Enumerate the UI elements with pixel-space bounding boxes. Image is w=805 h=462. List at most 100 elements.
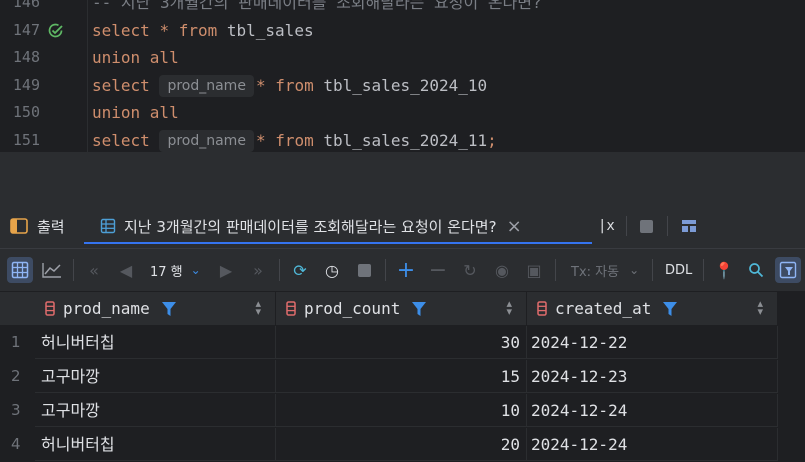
ddl-button[interactable]: DDL [665, 257, 692, 283]
add-row-icon[interactable]: + [393, 257, 419, 283]
tx-mode-selector[interactable]: Tx: 자동 ⌄ [571, 257, 639, 283]
toolbar-separator [279, 259, 280, 281]
row-number[interactable]: 2 [0, 360, 35, 393]
column-header-prod-name[interactable]: prod_name ▴ ▾ [35, 292, 276, 325]
result-grid[interactable]: prod_name ▴ ▾ prod_count ▴ ▾ created_at ▴ ▾… [0, 292, 805, 462]
inlay-hint: prod_name [159, 129, 254, 152]
tab-output[interactable]: 출력 [10, 204, 65, 248]
previous-page-icon[interactable]: ◀ [113, 257, 139, 283]
code-token: -- 지난 3개월간의 판매데이터를 조회해달라는 요청이 온다면? [92, 0, 542, 12]
code-token: select [92, 130, 150, 150]
tab-output-label: 출력 [37, 217, 65, 236]
line-number: 147 [12, 20, 40, 39]
check-circle-icon [48, 23, 63, 37]
layout-icon[interactable] [681, 204, 697, 248]
table-cell-prod-name[interactable]: 허니버터칩 [35, 326, 276, 359]
history-icon[interactable]: ◷ [319, 257, 345, 283]
row-count-label: 17 행 [150, 264, 183, 280]
code-token: tbl_sales [217, 20, 314, 40]
filter-icon[interactable] [663, 301, 678, 316]
table-cell-prod-count[interactable]: 20 [276, 428, 527, 461]
table-cell-created-at[interactable]: 2024-12-24 [527, 394, 778, 427]
code-line[interactable]: 147 select * from tbl_sales [0, 17, 805, 44]
toolbar-separator [652, 259, 653, 281]
stop-icon[interactable] [640, 204, 653, 248]
table-cell-prod-name[interactable]: 허니버터칩 [35, 428, 276, 461]
code-text[interactable]: select prod_name * from tbl_sales_2024_11… [92, 127, 497, 153]
code-token: union all [92, 48, 179, 67]
code-line[interactable]: 150 union all [0, 99, 805, 126]
table-cell-prod-name[interactable]: 고구마깡 [35, 394, 276, 427]
tx-log-icon[interactable]: |x [598, 204, 615, 248]
row-number[interactable]: 4 [0, 428, 35, 461]
refresh-icon[interactable]: ⟳ [287, 257, 313, 283]
tab-separator [626, 216, 627, 236]
last-page-icon[interactable]: » [245, 257, 271, 283]
code-text[interactable]: select prod_name * from tbl_sales_2024_10 [92, 72, 487, 99]
code-text[interactable]: union all [92, 99, 179, 126]
code-token: ; [487, 130, 497, 150]
code-text[interactable]: -- 지난 3개월간의 판매데이터를 조회해달라는 요청이 온다면? [92, 0, 542, 16]
row-number[interactable]: 1 [0, 326, 35, 359]
code-line[interactable]: 148 union all [0, 44, 805, 71]
sort-icon[interactable]: ▴ ▾ [255, 298, 261, 317]
eye-icon[interactable]: ◉ [489, 257, 515, 283]
chevron-down-icon: ⌄ [629, 263, 640, 277]
editor-bottom-area [0, 152, 805, 204]
column-header-created-at[interactable]: created_at ▴ ▾ [527, 292, 778, 325]
code-line[interactable]: 146 -- 지난 3개월간의 판매데이터를 조회해달라는 요청이 온다면? [0, 0, 805, 16]
line-number: 148 [12, 48, 40, 66]
save-icon[interactable]: ▣ [521, 257, 547, 283]
delete-row-icon[interactable]: − [425, 257, 451, 283]
row-count-selector[interactable]: 17 행 ⌄ [150, 257, 201, 283]
filter-panel-icon[interactable] [775, 257, 801, 283]
inlay-hint: prod_name [159, 74, 254, 97]
filter-icon[interactable] [412, 301, 427, 316]
pin-icon[interactable]: 📍 [711, 257, 737, 283]
table-cell-created-at[interactable]: 2024-12-23 [527, 360, 778, 393]
code-line[interactable]: 149 select prod_name * from tbl_sales_2024… [0, 72, 805, 99]
sort-icon[interactable]: ▴ ▾ [506, 298, 512, 317]
line-number: 150 [12, 103, 40, 121]
column-icon [45, 301, 55, 316]
chevron-down-icon: ⌄ [190, 263, 201, 277]
ddl-label: DDL [665, 262, 693, 278]
chart-icon[interactable] [39, 257, 65, 283]
code-editor[interactable]: 146 -- 지난 3개월간의 판매데이터를 조회해달라는 요청이 온다면? 147… [0, 0, 805, 152]
stop-query-icon[interactable] [351, 257, 377, 283]
table-view-icon[interactable] [7, 257, 33, 283]
row-number[interactable]: 3 [0, 394, 35, 427]
column-icon [537, 301, 547, 316]
table-cell-created-at[interactable]: 2024-12-22 [527, 326, 778, 359]
column-header-prod-count[interactable]: prod_count ▴ ▾ [276, 292, 527, 325]
sort-icon[interactable]: ▴ ▾ [757, 298, 763, 317]
table-grid-icon [100, 218, 116, 234]
code-token: * [255, 75, 266, 95]
table-cell-prod-count[interactable]: 10 [276, 394, 527, 427]
table-cell-prod-name[interactable]: 고구마깡 [35, 360, 276, 393]
tab-separator [667, 216, 668, 236]
table-cell-created-at[interactable]: 2024-12-24 [527, 428, 778, 461]
revert-icon[interactable]: ↻ [457, 257, 483, 283]
code-token: from [275, 75, 314, 95]
code-text[interactable]: union all [92, 44, 179, 71]
code-text[interactable]: select * from tbl_sales [92, 17, 314, 44]
tab-query-result-label: 지난 3개월간의 판매데이터를 조회해달라는 요청이 온다면? [124, 217, 497, 236]
table-cell-prod-count[interactable]: 15 [276, 360, 527, 393]
code-line[interactable]: 151 select prod_name * from tbl_sales_2024… [0, 127, 805, 153]
first-page-icon[interactable]: « [81, 257, 107, 283]
search-icon[interactable] [743, 257, 769, 283]
column-name: created_at [555, 299, 652, 318]
filter-icon[interactable] [161, 301, 176, 316]
toolbar-separator [385, 259, 386, 281]
close-icon[interactable]: × [507, 216, 522, 237]
code-token: * [159, 20, 170, 40]
table-cell-prod-count[interactable]: 30 [276, 326, 527, 359]
next-page-icon[interactable]: ▶ [213, 257, 239, 283]
code-token: union all [92, 103, 179, 122]
line-number: 146 [12, 0, 40, 11]
toolbar-separator [73, 259, 74, 281]
